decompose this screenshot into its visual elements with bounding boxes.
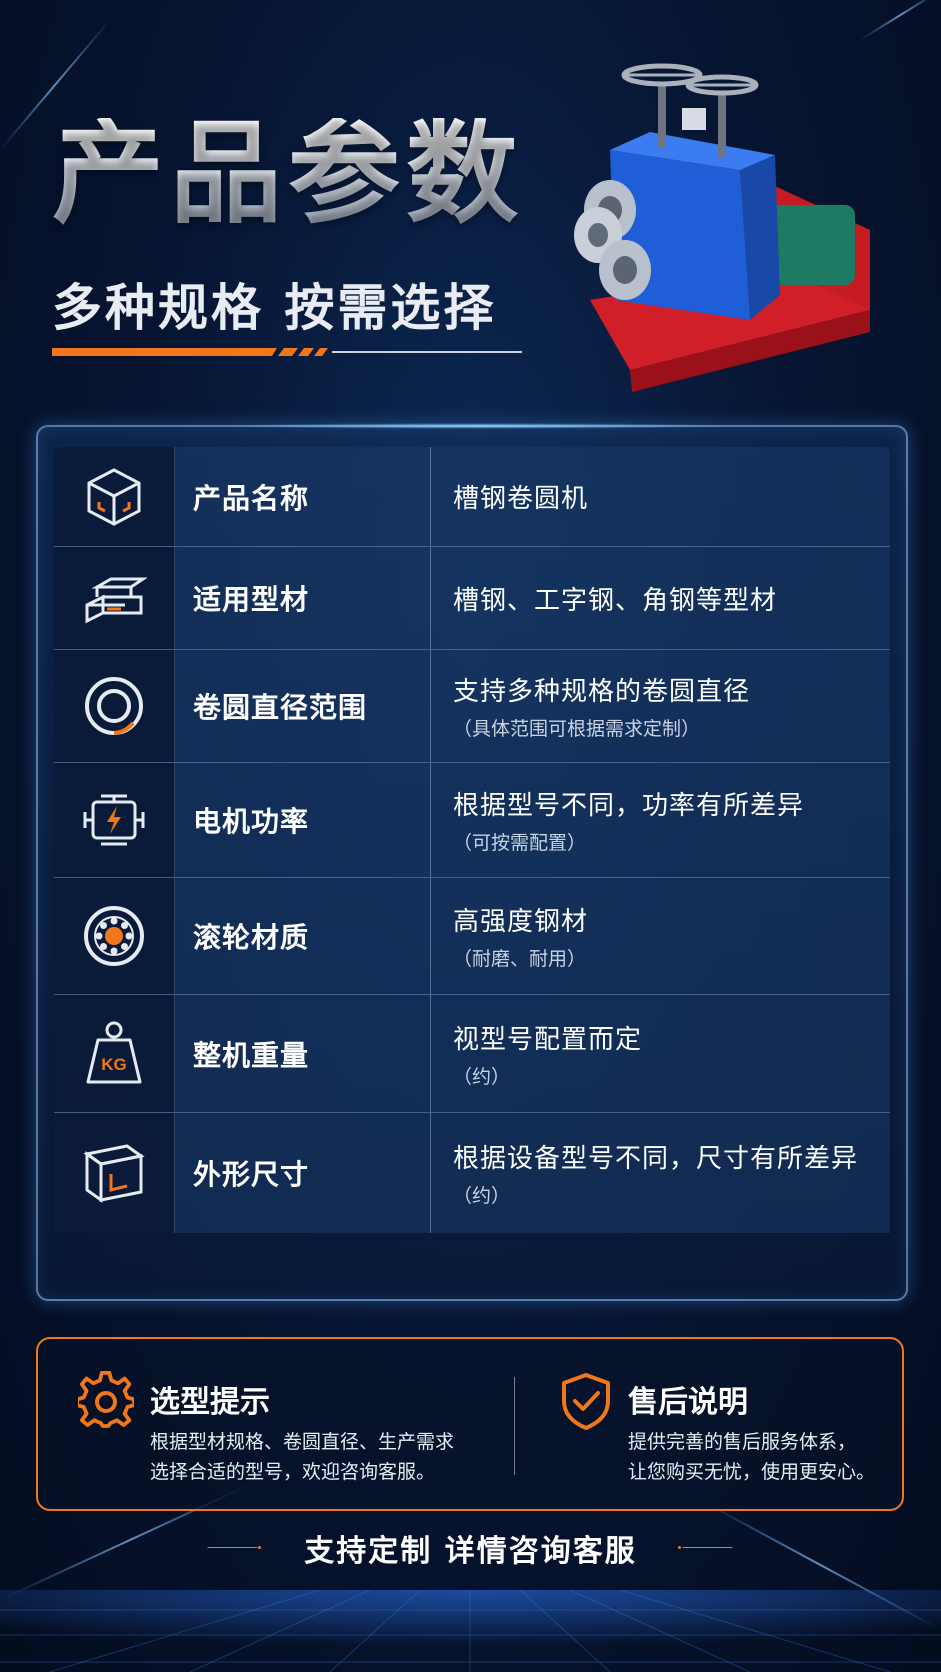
title-underline-decoration: [52, 348, 522, 356]
steel-bars-icon: [85, 577, 147, 624]
spec-value-cell: 根据设备型号不同，尺寸有所差异 （约）: [431, 1113, 890, 1233]
spec-value: 根据型号不同，功率有所差异: [453, 791, 805, 821]
spec-value: 槽钢卷圆机: [453, 484, 589, 514]
after-sales-tip: 售后说明 提供完善的售后服务体系， 让您购买无忧，使用更安心。: [514, 1339, 906, 1509]
tips-box: 选型提示 根据型材规格、卷圆直径、生产需求 选择合适的型号，欢迎咨询客服。 售后…: [36, 1337, 904, 1511]
spec-label: 外形尺寸: [175, 1113, 431, 1233]
panel-top-glow: [218, 423, 738, 429]
spec-label: 卷圆直径范围: [175, 650, 431, 762]
spec-row-product-name: 产品名称 槽钢卷圆机: [54, 447, 890, 547]
spec-icon-cell: [54, 1113, 175, 1233]
spec-row-weight: KG 整机重量 视型号配置而定 （约）: [54, 995, 890, 1113]
selection-tip-line: 选择合适的型号，欢迎咨询客服。: [150, 1461, 436, 1483]
page-title: 产品参数: [52, 109, 524, 239]
spec-value-cell: 根据型号不同，功率有所差异 （可按需配置）: [431, 763, 890, 877]
spec-icon-cell: [54, 447, 175, 546]
page-subtitle: 多种规格 按需选择: [52, 279, 497, 337]
floor-grid-decoration: [0, 1590, 941, 1672]
footer-right-decoration: [678, 1546, 733, 1549]
box-icon: [87, 467, 141, 526]
spec-value-cell: 支持多种规格的卷圆直径 （具体范围可根据需求定制）: [431, 650, 890, 762]
after-sales-tip-line: 提供完善的售后服务体系，: [628, 1431, 857, 1453]
selection-tip-text: 根据型材规格、卷圆直径、生产需求 选择合适的型号，欢迎咨询客服。: [150, 1427, 454, 1487]
spec-value-cell: 槽钢、工字钢、角钢等型材: [431, 547, 890, 649]
rolling-machine-image: [574, 63, 870, 392]
after-sales-tip-line: 让您购买无忧，使用更安心。: [628, 1461, 876, 1483]
spec-icon-cell: KG: [54, 995, 175, 1112]
spec-icon-cell: [54, 650, 175, 762]
dimension-cube-icon: [83, 1144, 145, 1203]
spec-note: （约）: [453, 1185, 511, 1207]
spec-row-material: 适用型材 槽钢、工字钢、角钢等型材: [54, 547, 890, 650]
spec-value-cell: 槽钢卷圆机: [431, 447, 890, 546]
footer-slogan: 支持定制 详情咨询客服: [304, 1534, 637, 1569]
ring-icon: [85, 677, 143, 735]
shield-check-icon: [562, 1373, 610, 1430]
spec-icon-cell: [54, 878, 175, 994]
spec-value: 高强度钢材: [453, 907, 589, 937]
spec-value-cell: 高强度钢材 （耐磨、耐用）: [431, 878, 890, 994]
spec-note: （具体范围可根据需求定制）: [453, 718, 701, 740]
selection-tip-title: 选型提示: [150, 1385, 270, 1420]
spec-value: 视型号配置而定: [453, 1024, 643, 1055]
spec-value: 根据设备型号不同，尺寸有所差异: [453, 1144, 859, 1174]
spec-note: （可按需配置）: [453, 832, 587, 854]
spec-label: 滚轮材质: [175, 878, 431, 994]
spec-icon-cell: [54, 763, 175, 877]
spec-value: 槽钢、工字钢、角钢等型材: [453, 585, 778, 616]
spec-value-cell: 视型号配置而定 （约）: [431, 995, 890, 1112]
spec-note: （耐磨、耐用）: [453, 948, 587, 970]
selection-tip: 选型提示 根据型材规格、卷圆直径、生产需求 选择合适的型号，欢迎咨询客服。: [38, 1339, 514, 1509]
spec-label: 整机重量: [175, 995, 431, 1112]
gear-icon: [78, 1371, 134, 1428]
spec-value: 支持多种规格的卷圆直径: [453, 677, 751, 707]
weight-icon: KG: [86, 1021, 142, 1083]
after-sales-tip-title: 售后说明: [628, 1385, 748, 1420]
selection-tip-line: 根据型材规格、卷圆直径、生产需求: [150, 1431, 455, 1453]
spec-note: （约）: [453, 1065, 511, 1088]
spec-icon-cell: [54, 547, 175, 649]
spec-label: 产品名称: [175, 447, 431, 546]
spec-row-motor-power: 电机功率 根据型号不同，功率有所差异 （可按需配置）: [54, 763, 890, 878]
spec-table: 产品名称 槽钢卷圆机 适用型材 槽钢、工字钢、角钢等型材 卷圆直径范围 支持多种…: [54, 447, 890, 1277]
weight-kg-text: KG: [101, 1055, 127, 1074]
bearing-icon: [84, 906, 144, 966]
spec-label: 适用型材: [175, 547, 431, 649]
after-sales-tip-text: 提供完善的售后服务体系， 让您购买无忧，使用更安心。: [628, 1427, 875, 1487]
spec-row-roller-material: 滚轮材质 高强度钢材 （耐磨、耐用）: [54, 878, 890, 995]
spec-label: 电机功率: [175, 763, 431, 877]
spec-row-dimensions: 外形尺寸 根据设备型号不同，尺寸有所差异 （约）: [54, 1113, 890, 1233]
motor-icon: [83, 794, 145, 846]
spec-panel: 产品名称 槽钢卷圆机 适用型材 槽钢、工字钢、角钢等型材 卷圆直径范围 支持多种…: [36, 423, 908, 1301]
spec-row-diameter-range: 卷圆直径范围 支持多种规格的卷圆直径 （具体范围可根据需求定制）: [54, 650, 890, 763]
